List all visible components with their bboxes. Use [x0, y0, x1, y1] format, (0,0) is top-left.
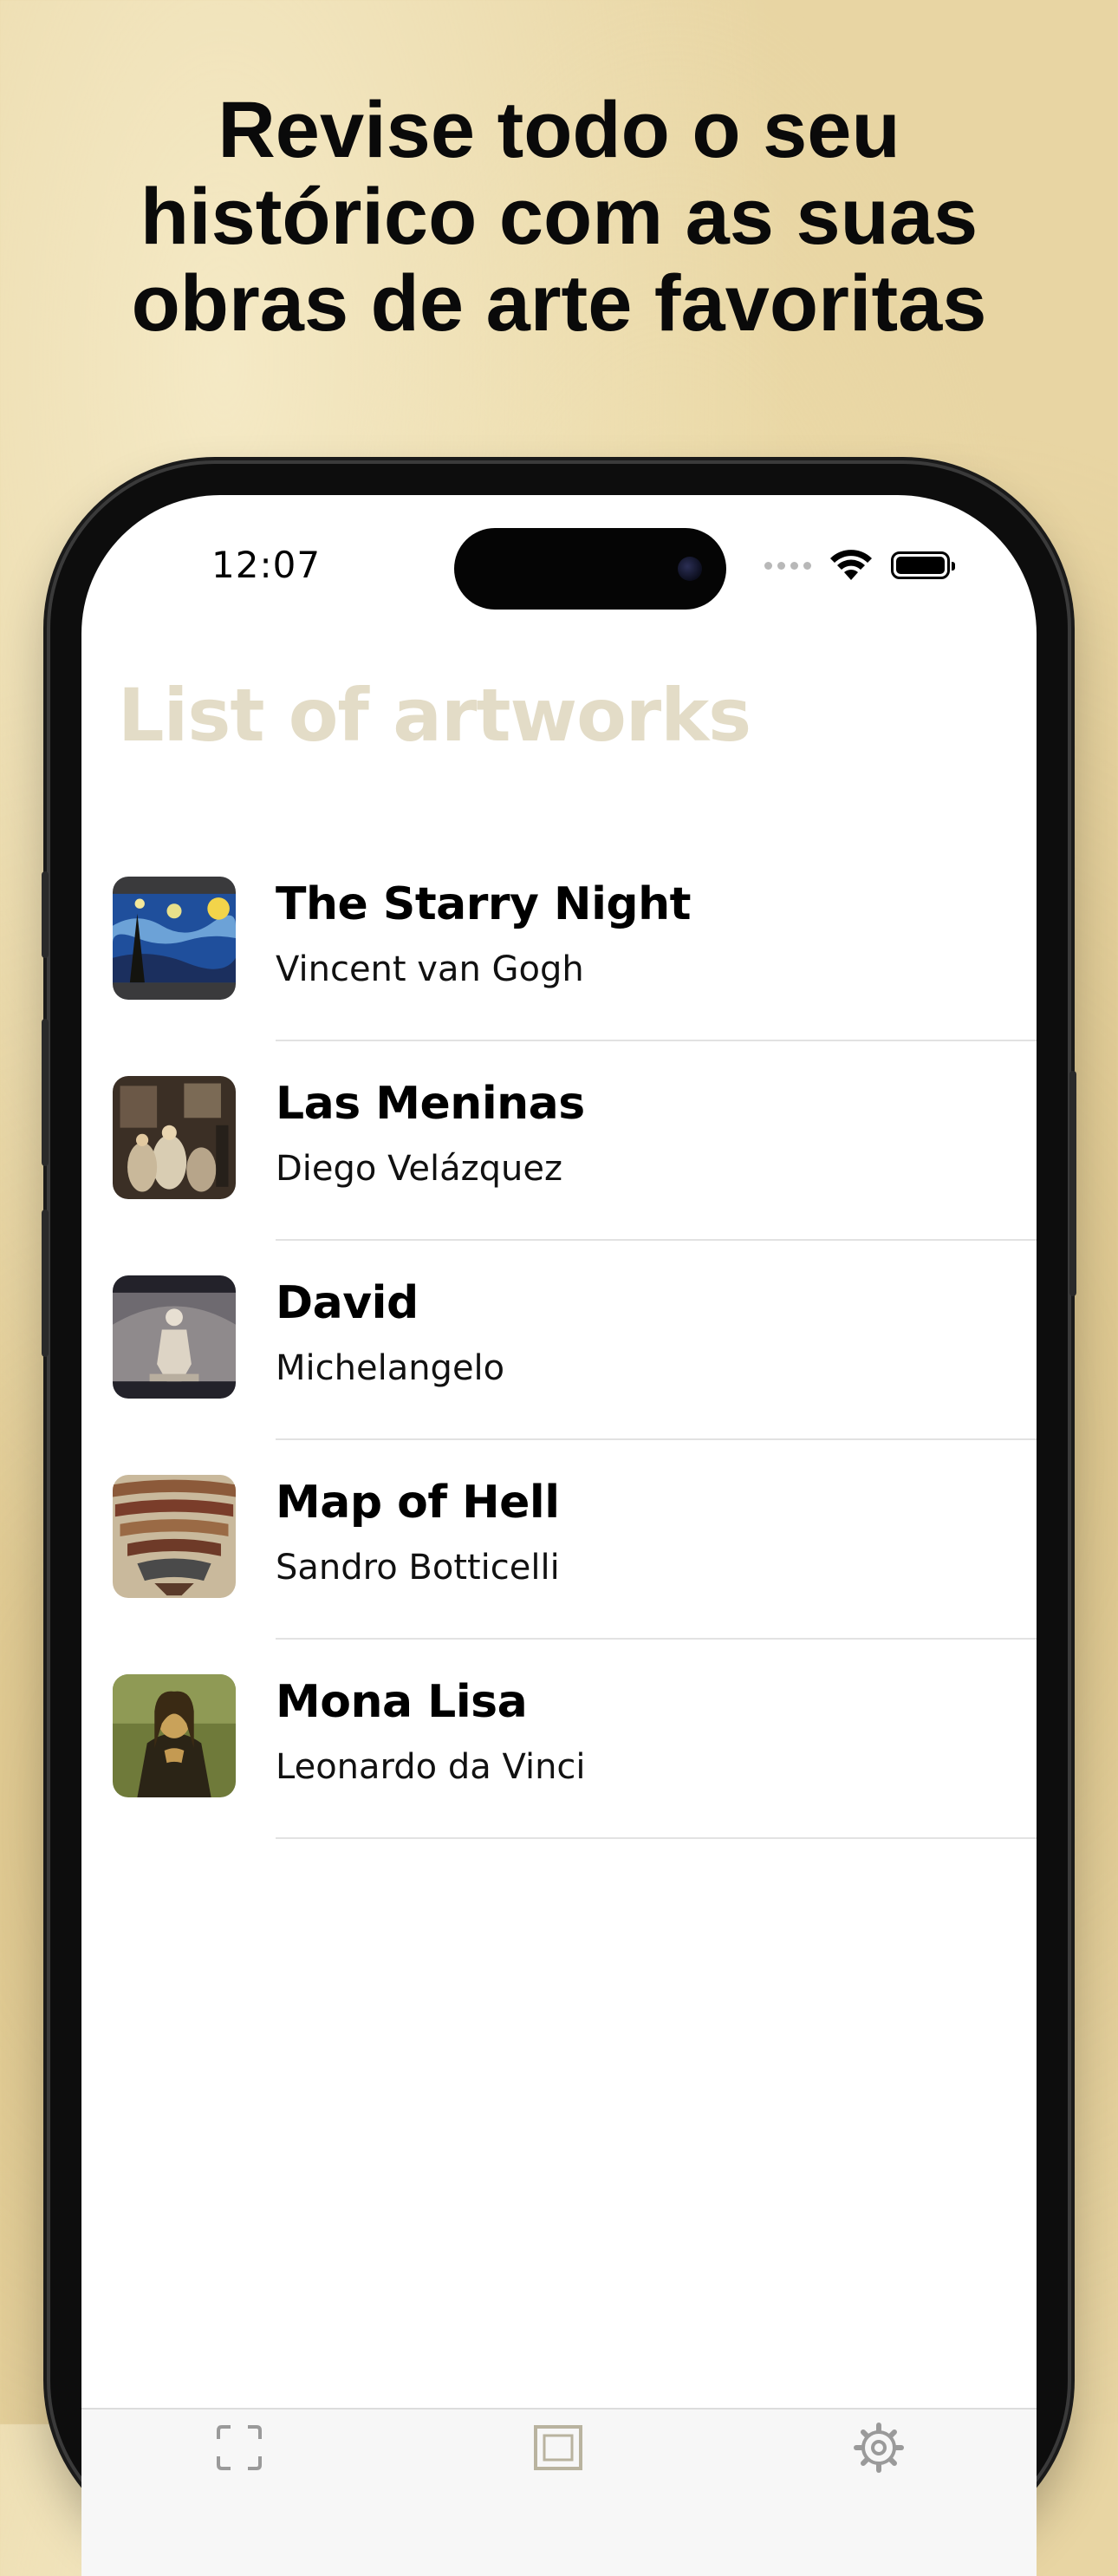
promo-headline: Revise todo o seu histórico com as suas …	[0, 87, 1118, 347]
starry-night-thumbnail	[113, 877, 236, 1000]
headline-line-2: histórico com as suas	[140, 173, 978, 261]
settings-gear-icon[interactable]	[853, 2422, 905, 2474]
headline-line-3: obras de arte favoritas	[131, 259, 987, 348]
map-of-hell-thumbnail	[113, 1475, 236, 1598]
artwork-row-david[interactable]: David Michelangelo	[81, 1241, 1037, 1440]
page-title: List of artworks	[118, 673, 751, 758]
status-time: 12:07	[211, 544, 322, 586]
front-camera-icon	[678, 557, 702, 581]
power-button	[1069, 1071, 1076, 1296]
artwork-artist: Leonardo da Vinci	[276, 1747, 586, 1787]
artwork-title: Mona Lisa	[276, 1676, 528, 1728]
artwork-title: David	[276, 1277, 419, 1329]
row-divider	[276, 1837, 1037, 1839]
artwork-artist: Diego Velázquez	[276, 1149, 562, 1189]
scan-icon[interactable]	[213, 2422, 265, 2474]
artwork-artist: Vincent van Gogh	[276, 949, 584, 989]
artwork-title: Las Meninas	[276, 1078, 585, 1130]
tab-bar	[81, 2408, 1037, 2576]
artwork-row-starry-night[interactable]: The Starry Night Vincent van Gogh	[81, 842, 1037, 1041]
volume-up-button	[42, 1019, 49, 1166]
volume-down-button	[42, 1210, 49, 1357]
david-thumbnail	[113, 1275, 236, 1399]
artworks-list: The Starry Night Vincent van Gogh Las Me…	[81, 842, 1037, 1839]
artwork-frame-icon[interactable]	[532, 2422, 584, 2474]
las-meninas-thumbnail	[113, 1076, 236, 1199]
artwork-row-mona-lisa[interactable]: Mona Lisa Leonardo da Vinci	[81, 1640, 1037, 1839]
artwork-title: Map of Hell	[276, 1477, 560, 1529]
dynamic-island	[454, 528, 726, 610]
artwork-title: The Starry Night	[276, 878, 692, 930]
artwork-artist: Michelangelo	[276, 1348, 505, 1388]
battery-icon	[891, 551, 955, 579]
cellular-dots-icon	[764, 561, 811, 570]
action-button	[42, 871, 49, 958]
status-icons	[764, 545, 955, 585]
phone-frame: 12:07 List of artworks The Starry Night …	[42, 464, 1076, 2576]
artwork-row-las-meninas[interactable]: Las Meninas Diego Velázquez	[81, 1041, 1037, 1241]
wifi-icon	[830, 550, 872, 580]
app-screen: 12:07 List of artworks The Starry Night …	[81, 495, 1037, 2576]
mona-lisa-thumbnail	[113, 1674, 236, 1797]
headline-line-1: Revise todo o seu	[218, 86, 900, 174]
artwork-artist: Sandro Botticelli	[276, 1548, 560, 1588]
artwork-row-map-of-hell[interactable]: Map of Hell Sandro Botticelli	[81, 1440, 1037, 1640]
